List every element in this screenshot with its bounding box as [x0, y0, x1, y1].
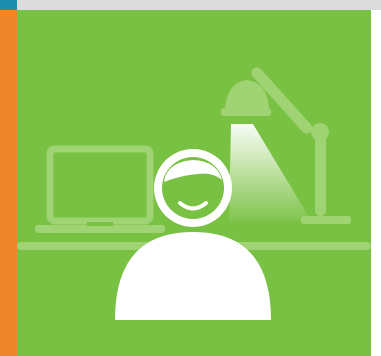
illustration-panel — [17, 10, 371, 356]
side-accent-bar — [0, 10, 17, 356]
top-bar-accent — [0, 0, 17, 10]
top-bar — [0, 0, 381, 10]
desk-lamp-icon — [221, 67, 351, 224]
right-margin — [371, 10, 381, 356]
person-at-desk-illustration — [17, 67, 371, 320]
laptop-icon — [35, 145, 165, 233]
